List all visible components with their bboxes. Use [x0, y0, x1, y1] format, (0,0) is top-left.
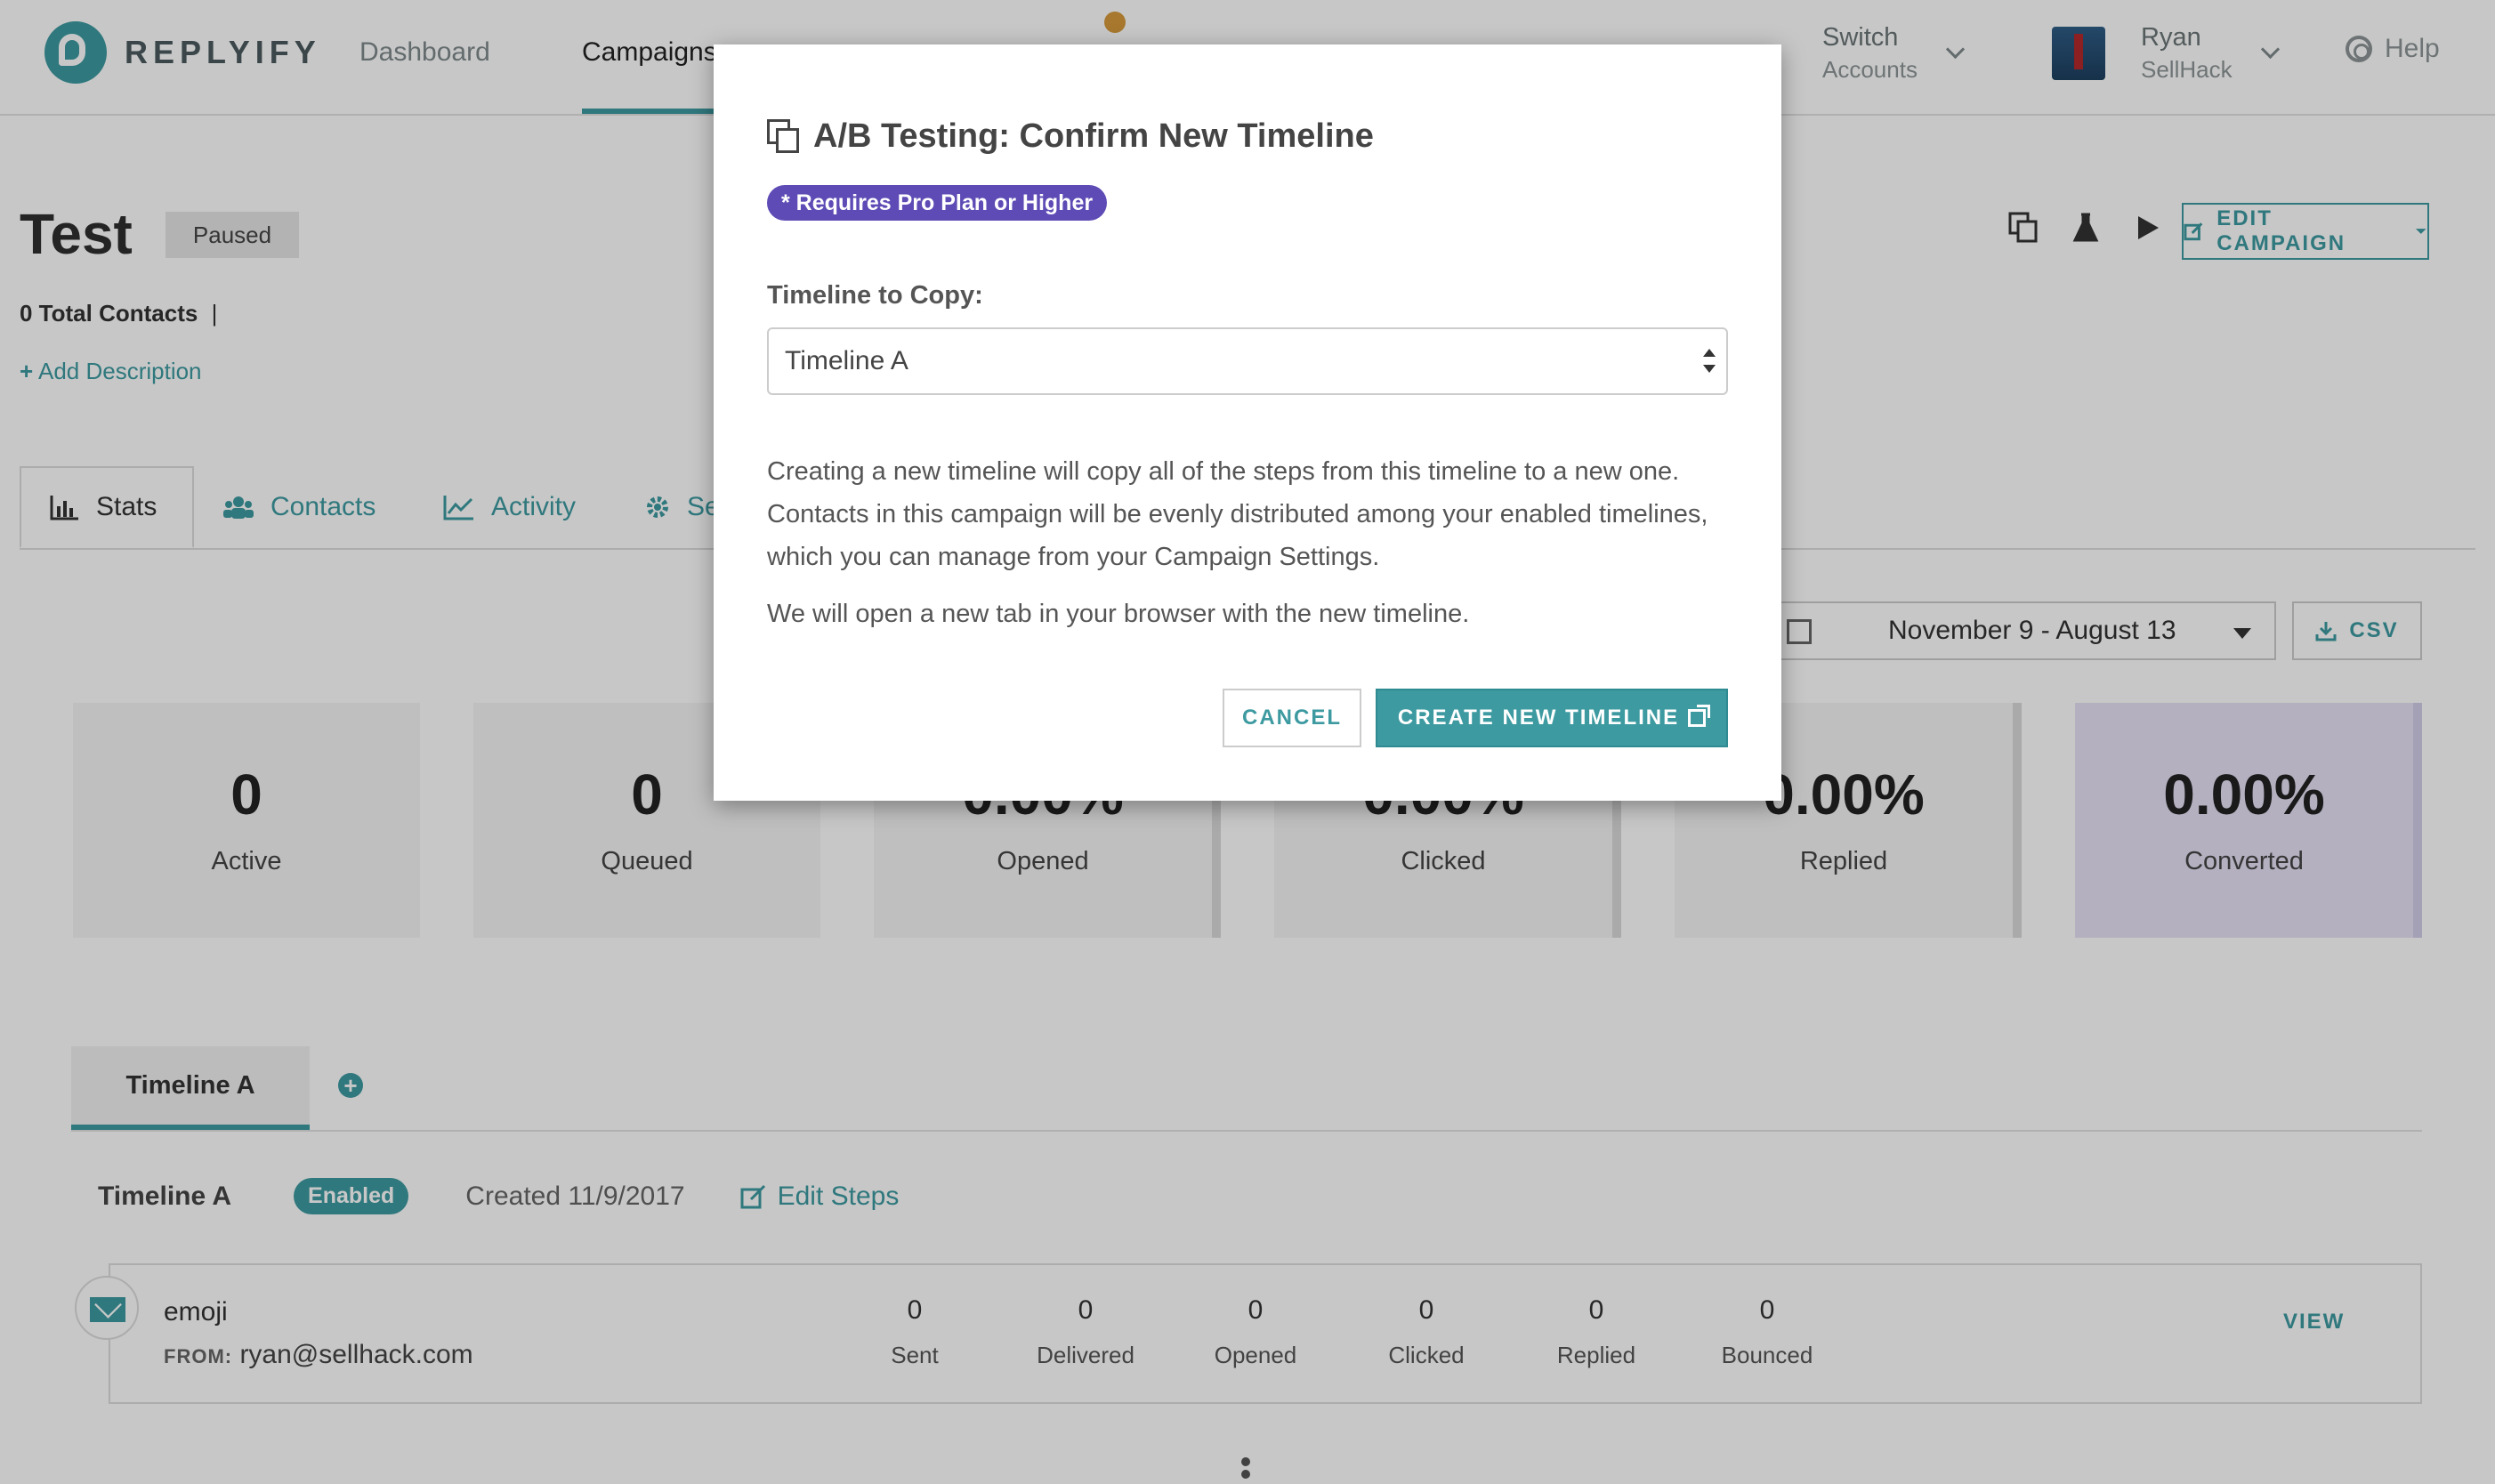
caret-up-icon [1703, 349, 1716, 357]
modal-title: A/B Testing: Confirm New Timeline [767, 117, 1374, 156]
caret-down-icon [1703, 365, 1716, 373]
modal-note: We will open a new tab in your browser w… [767, 600, 1470, 628]
external-link-icon [1688, 705, 1711, 727]
timeline-select-value: Timeline A [785, 346, 908, 375]
modal-title-text: A/B Testing: Confirm New Timeline [813, 117, 1374, 155]
pro-plan-badge: * Requires Pro Plan or Higher [767, 185, 1108, 221]
copy-icon [767, 118, 801, 155]
create-new-timeline-button[interactable]: CREATE NEW TIMELINE [1376, 689, 1728, 747]
timeline-select[interactable]: Timeline A [767, 327, 1728, 395]
modal-description: Creating a new timeline will copy all of… [767, 457, 1708, 571]
cancel-button[interactable]: CANCEL [1223, 689, 1361, 747]
create-new-timeline-label: CREATE NEW TIMELINE [1397, 706, 1680, 730]
confirm-new-timeline-modal: A/B Testing: Confirm New Timeline * Requ… [714, 44, 1781, 801]
timeline-to-copy-label: Timeline to Copy: [767, 281, 983, 310]
